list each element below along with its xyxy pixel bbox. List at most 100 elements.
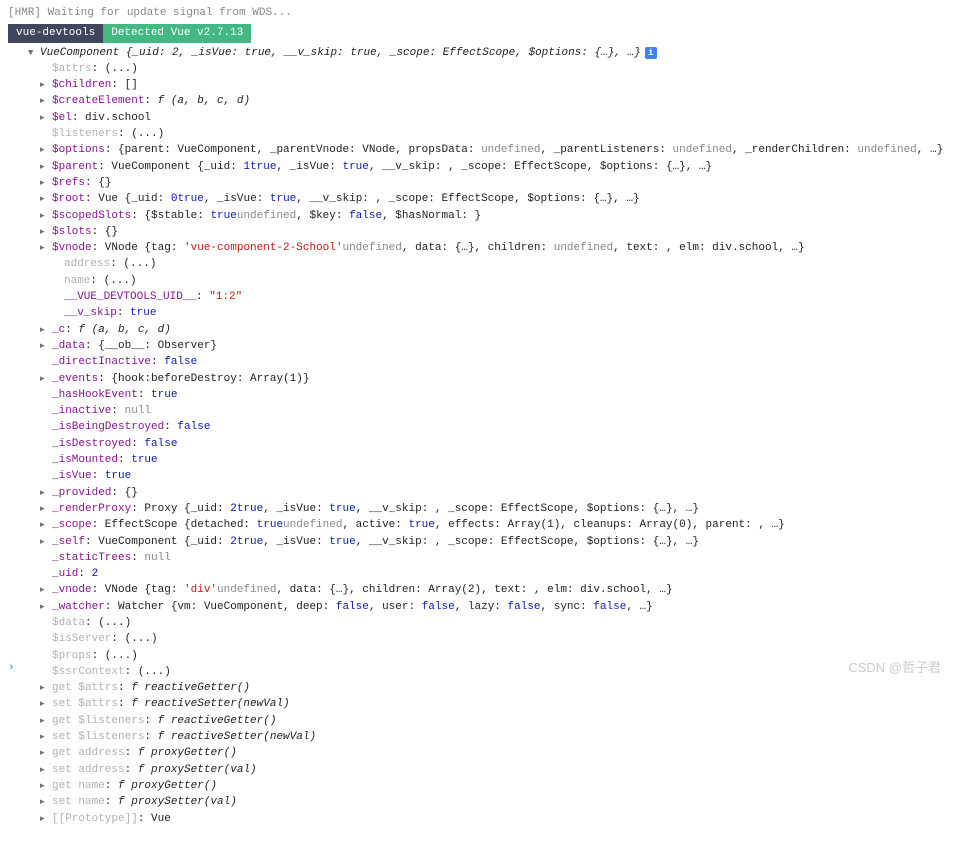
property-row[interactable]: $vnode: VNode {tag: 'vue-component-2-Sch… — [28, 240, 945, 256]
property-row[interactable]: _renderProxy: Proxy {_uid: 2true, _isVue… — [28, 501, 945, 517]
property-key: $props — [52, 649, 92, 663]
property-row[interactable]: address: (...) — [28, 256, 945, 272]
property-row[interactable]: $options: {parent: VueComponent, _parent… — [28, 142, 945, 158]
expand-toggle-icon[interactable] — [40, 178, 50, 190]
property-row[interactable]: _provided: {} — [28, 485, 945, 501]
property-key: get name — [52, 779, 105, 793]
property-key: _staticTrees — [52, 551, 131, 565]
info-icon[interactable]: i — [645, 47, 657, 59]
expand-toggle-icon[interactable] — [40, 341, 50, 353]
property-row[interactable]: _events: {hook:beforeDestroy: Array(1)} — [28, 371, 945, 387]
property-row[interactable]: _uid: 2 — [28, 566, 945, 582]
expand-toggle-icon[interactable] — [40, 374, 50, 386]
expand-toggle-icon[interactable] — [40, 699, 50, 711]
property-key: set address — [52, 763, 125, 777]
property-key: _inactive — [52, 404, 111, 418]
property-row[interactable]: _directInactive: false — [28, 354, 945, 370]
expand-toggle-icon[interactable] — [40, 227, 50, 239]
property-row[interactable]: $children: [] — [28, 77, 945, 93]
property-row[interactable]: set name: f proxySetter(val) — [28, 794, 945, 810]
property-row[interactable]: get $listeners: f reactiveGetter() — [28, 713, 945, 729]
expand-toggle-icon[interactable] — [40, 145, 50, 157]
property-row[interactable]: _scope: EffectScope {detached: trueundef… — [28, 517, 945, 533]
expand-toggle-icon[interactable] — [40, 781, 50, 793]
property-row[interactable]: $root: Vue {_uid: 0true, _isVue: true, _… — [28, 191, 945, 207]
property-row[interactable]: [[Prototype]]: Vue — [28, 811, 945, 827]
property-row[interactable]: get name: f proxyGetter() — [28, 778, 945, 794]
expand-toggle-icon[interactable] — [40, 814, 50, 826]
expand-toggle-icon[interactable] — [40, 716, 50, 728]
expand-toggle-icon[interactable] — [40, 765, 50, 777]
root-object[interactable]: VueComponent {_uid: 2, _isVue: true, __v… — [28, 45, 945, 61]
property-row[interactable]: $data: (...) — [28, 615, 945, 631]
property-key: _isVue — [52, 469, 92, 483]
property-row[interactable]: $slots: {} — [28, 224, 945, 240]
property-key: _directInactive — [52, 355, 151, 369]
expand-toggle-icon[interactable] — [40, 80, 50, 92]
property-row[interactable]: set $listeners: f reactiveSetter(newVal) — [28, 729, 945, 745]
property-row[interactable]: $isServer: (...) — [28, 631, 945, 647]
property-row[interactable]: _isVue: true — [28, 468, 945, 484]
property-key: _isBeingDestroyed — [52, 420, 164, 434]
expand-toggle-icon[interactable] — [40, 602, 50, 614]
expand-toggle-icon[interactable] — [40, 585, 50, 597]
property-row[interactable]: _c: f (a, b, c, d) — [28, 322, 945, 338]
property-row[interactable]: _vnode: VNode {tag: 'div'undefined, data… — [28, 582, 945, 598]
expand-toggle-icon[interactable] — [40, 732, 50, 744]
expand-toggle-icon[interactable] — [40, 243, 50, 255]
property-row[interactable]: _data: {__ob__: Observer} — [28, 338, 945, 354]
console-prompt[interactable]: › — [8, 662, 15, 674]
property-key: [[Prototype]] — [52, 812, 138, 826]
property-row[interactable]: $parent: VueComponent {_uid: 1true, _isV… — [28, 159, 945, 175]
property-key: $vnode — [52, 241, 92, 255]
property-key: address — [64, 257, 110, 271]
property-row[interactable]: set address: f proxySetter(val) — [28, 762, 945, 778]
property-row[interactable]: _staticTrees: null — [28, 550, 945, 566]
property-row[interactable]: $ssrContext: (...) — [28, 664, 945, 680]
property-row[interactable]: _isDestroyed: false — [28, 436, 945, 452]
expand-toggle-icon[interactable] — [40, 488, 50, 500]
property-row[interactable]: $listeners: (...) — [28, 126, 945, 142]
property-row[interactable]: _self: VueComponent {_uid: 2true, _isVue… — [28, 534, 945, 550]
expand-toggle-icon[interactable] — [40, 748, 50, 760]
property-row[interactable]: get $attrs: f reactiveGetter() — [28, 680, 945, 696]
property-row[interactable]: $createElement: f (a, b, c, d) — [28, 93, 945, 109]
property-key: $slots — [52, 225, 92, 239]
property-row[interactable]: name: (...) — [28, 273, 945, 289]
property-row[interactable]: $attrs: (...) — [28, 61, 945, 77]
property-key: $listeners — [52, 127, 118, 141]
expand-toggle-icon[interactable] — [40, 797, 50, 809]
expand-toggle-icon[interactable] — [40, 537, 50, 549]
expand-toggle-icon[interactable] — [40, 113, 50, 125]
expand-toggle-icon[interactable] — [40, 162, 50, 174]
expand-toggle-icon[interactable] — [40, 504, 50, 516]
property-key: set $listeners — [52, 730, 144, 744]
expand-toggle-icon[interactable] — [40, 520, 50, 532]
vue-version-badge: Detected Vue v2.7.13 — [103, 24, 251, 42]
property-row[interactable]: _isMounted: true — [28, 452, 945, 468]
property-row[interactable]: $el: div.school — [28, 110, 945, 126]
expand-toggle-icon[interactable] — [28, 48, 38, 60]
property-key: $children — [52, 78, 111, 92]
vue-devtools-badge: vue-devtools — [8, 24, 103, 42]
expand-toggle-icon[interactable] — [40, 194, 50, 206]
property-row[interactable]: $refs: {} — [28, 175, 945, 191]
property-key: $root — [52, 192, 85, 206]
property-row[interactable]: _inactive: null — [28, 403, 945, 419]
property-key: _renderProxy — [52, 502, 131, 516]
property-row[interactable]: _hasHookEvent: true — [28, 387, 945, 403]
expand-toggle-icon[interactable] — [40, 325, 50, 337]
property-row[interactable]: $props: (...) — [28, 648, 945, 664]
property-row[interactable]: set $attrs: f reactiveSetter(newVal) — [28, 696, 945, 712]
property-row[interactable]: __VUE_DEVTOOLS_UID__: "1:2" — [28, 289, 945, 305]
expand-toggle-icon[interactable] — [40, 96, 50, 108]
property-row[interactable]: __v_skip: true — [28, 305, 945, 321]
property-row[interactable]: $scopedSlots: {$stable: trueundefined, $… — [28, 208, 945, 224]
property-row[interactable]: get address: f proxyGetter() — [28, 745, 945, 761]
property-key: $scopedSlots — [52, 209, 131, 223]
expand-toggle-icon[interactable] — [40, 683, 50, 695]
root-summary: VueComponent {_uid: 2, _isVue: true, __v… — [40, 46, 641, 60]
expand-toggle-icon[interactable] — [40, 211, 50, 223]
property-row[interactable]: _isBeingDestroyed: false — [28, 419, 945, 435]
property-row[interactable]: _watcher: Watcher {vm: VueComponent, dee… — [28, 599, 945, 615]
